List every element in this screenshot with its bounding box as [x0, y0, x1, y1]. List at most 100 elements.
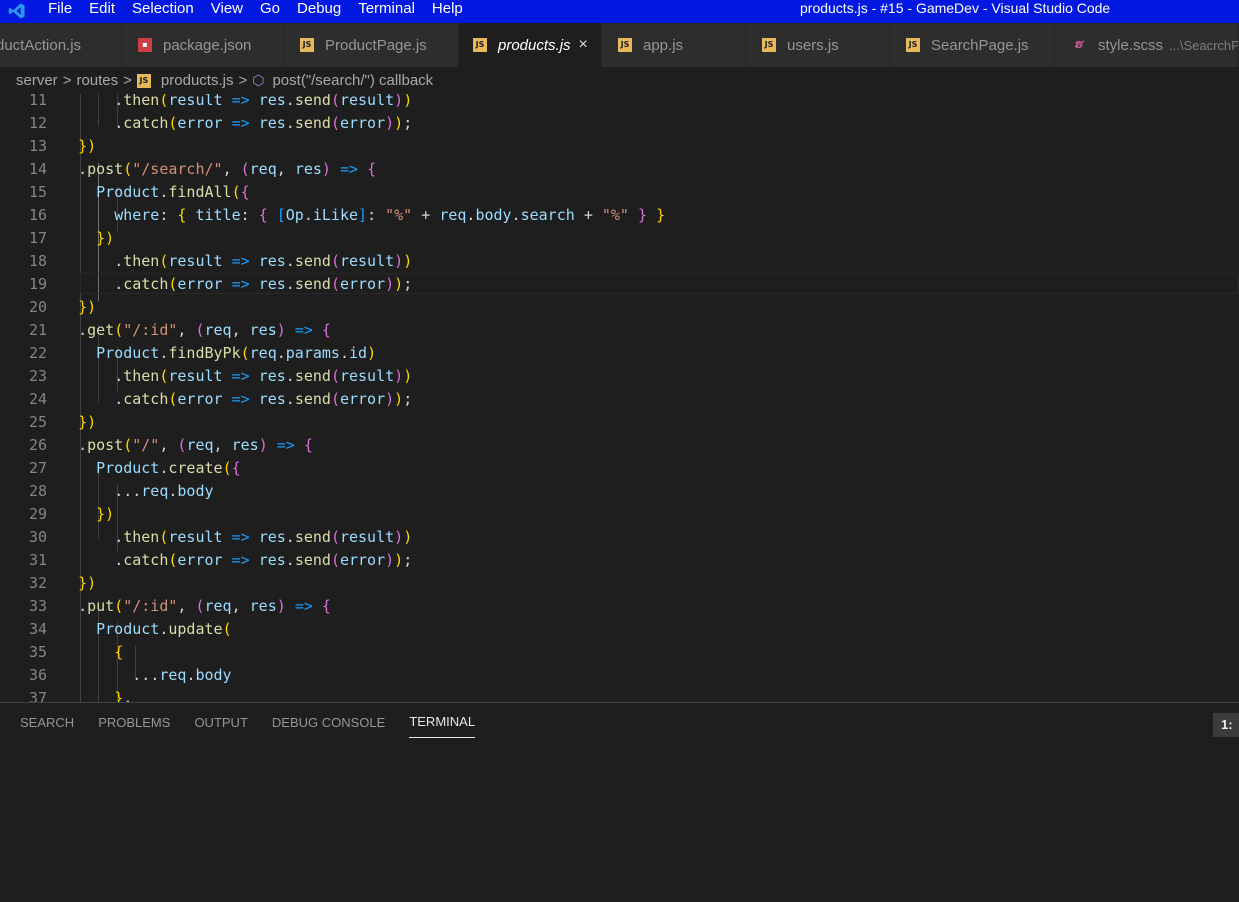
tab-label: ProductPage.js: [325, 36, 427, 54]
code-line[interactable]: 19 .catch(error => res.send(error));: [0, 273, 1239, 296]
breadcrumb-symbol[interactable]: post("/search/") callback: [272, 72, 433, 89]
js-file-icon: JS: [136, 73, 151, 88]
breadcrumb-server[interactable]: server: [16, 72, 58, 89]
tab-searchpage[interactable]: JS SearchPage.js: [890, 23, 1055, 67]
line-number: 26: [28, 436, 47, 454]
line-number: 31: [28, 551, 47, 569]
breadcrumb-routes[interactable]: routes: [76, 72, 118, 89]
code-text: .put("/:id", (req, res) => {: [78, 597, 331, 615]
bottom-panel: SEARCH PROBLEMS OUTPUT DEBUG CONSOLE TER…: [0, 702, 1239, 902]
code-line[interactable]: 21 .get("/:id", (req, res) => {: [0, 319, 1239, 342]
code-line[interactable]: 29 }): [0, 503, 1239, 526]
panel-tab-terminal[interactable]: TERMINAL: [409, 706, 476, 738]
code-line[interactable]: 33 .put("/:id", (req, res) => {: [0, 595, 1239, 618]
code-line[interactable]: 32 }): [0, 572, 1239, 595]
code-text: .post("/search/", (req, res) => {: [78, 160, 377, 178]
panel-tab-search[interactable]: SEARCH: [20, 707, 74, 738]
tab-label: app.js: [643, 36, 684, 54]
tab-package-json[interactable]: ▪ package.json: [122, 23, 284, 67]
code-text: }): [78, 413, 97, 431]
code-text: Product.findAll({: [96, 183, 250, 201]
panel-tab-problems[interactable]: PROBLEMS: [98, 707, 170, 738]
code-line[interactable]: 18 .then(result => res.send(result)): [0, 250, 1239, 273]
code-text: .catch(error => res.send(error));: [114, 275, 413, 293]
code-line[interactable]: 24 .catch(error => res.send(error));: [0, 388, 1239, 411]
tab-label: products.js: [498, 36, 571, 54]
code-line[interactable]: 36 ...req.body: [0, 664, 1239, 687]
js-file-icon: JS: [473, 38, 487, 52]
code-line[interactable]: 20 }): [0, 296, 1239, 319]
menu-help[interactable]: Help: [432, 0, 472, 23]
line-number: 16: [28, 206, 47, 224]
code-line[interactable]: 27 Product.create({: [0, 457, 1239, 480]
menu-terminal[interactable]: Terminal: [358, 0, 424, 23]
code-text: .then(result => res.send(result)): [114, 367, 413, 385]
editor-tab-bar: ductAction.js ▪ package.json JS ProductP…: [0, 23, 1239, 67]
npm-file-icon: ▪: [138, 38, 152, 52]
menu-view[interactable]: View: [211, 0, 252, 23]
tab-style-scss[interactable]: ຮ style.scss ...\SeacrchPa: [1055, 23, 1239, 67]
menu-file[interactable]: File: [48, 0, 81, 23]
code-line[interactable]: 34 Product.update(: [0, 618, 1239, 641]
line-number: 17: [28, 229, 47, 247]
tab-productpage[interactable]: JS ProductPage.js: [284, 23, 459, 67]
code-text: }): [78, 574, 97, 592]
code-line[interactable]: 30 .then(result => res.send(result)): [0, 526, 1239, 549]
code-line[interactable]: 28 ...req.body: [0, 480, 1239, 503]
tab-productaction[interactable]: ductAction.js: [0, 23, 122, 67]
menu-edit[interactable]: Edit: [89, 0, 124, 23]
tab-app[interactable]: JS app.js: [602, 23, 746, 67]
line-number: 28: [28, 482, 47, 500]
code-text: .catch(error => res.send(error));: [114, 114, 413, 132]
code-line[interactable]: 12 .catch(error => res.send(error));: [0, 112, 1239, 135]
code-text: },: [114, 689, 133, 702]
breadcrumb-separator: >: [123, 72, 132, 89]
vscode-logo-icon[interactable]: [6, 2, 28, 20]
code-text: Product.findByPk(req.params.id): [96, 344, 377, 362]
code-line[interactable]: 25 }): [0, 411, 1239, 434]
menu-debug[interactable]: Debug: [297, 0, 350, 23]
terminal-selector[interactable]: 1:: [1213, 713, 1239, 737]
code-line[interactable]: 17 }): [0, 227, 1239, 250]
code-text: .get("/:id", (req, res) => {: [78, 321, 331, 339]
code-line[interactable]: 37 },: [0, 687, 1239, 702]
code-line[interactable]: 14 .post("/search/", (req, res) => {: [0, 158, 1239, 181]
line-number: 12: [28, 114, 47, 132]
code-line[interactable]: 26 .post("/", (req, res) => {: [0, 434, 1239, 457]
code-text: where: { title: { [Op.iLike]: "%" + req.…: [114, 206, 666, 224]
code-line[interactable]: 11 .then(result => res.send(result)): [0, 94, 1239, 112]
tab-label: style.scss: [1098, 36, 1164, 54]
tab-users[interactable]: JS users.js: [746, 23, 890, 67]
code-line[interactable]: 16 where: { title: { [Op.iLike]: "%" + r…: [0, 204, 1239, 227]
code-line[interactable]: 23 .then(result => res.send(result)): [0, 365, 1239, 388]
panel-tab-output[interactable]: OUTPUT: [194, 707, 247, 738]
line-number: 29: [28, 505, 47, 523]
line-number: 19: [28, 275, 47, 293]
line-number: 36: [28, 666, 47, 684]
line-number: 15: [28, 183, 47, 201]
code-line[interactable]: 31 .catch(error => res.send(error));: [0, 549, 1239, 572]
code-text: {: [114, 643, 124, 661]
menu-go[interactable]: Go: [260, 0, 289, 23]
code-editor[interactable]: 11 .then(result => res.send(result)) 12 .…: [0, 94, 1239, 702]
code-text: ...req.body: [132, 666, 232, 684]
line-number: 25: [28, 413, 47, 431]
tab-label: ductAction.js: [0, 36, 82, 54]
line-number: 32: [28, 574, 47, 592]
code-line[interactable]: 13 }): [0, 135, 1239, 158]
line-number: 14: [28, 160, 47, 178]
code-text: }): [96, 229, 115, 247]
menu-selection[interactable]: Selection: [132, 0, 203, 23]
line-number: 37: [28, 689, 47, 702]
tab-products-active[interactable]: JS products.js ×: [459, 23, 602, 67]
code-line[interactable]: 22 Product.findByPk(req.params.id): [0, 342, 1239, 365]
code-line[interactable]: 15 Product.findAll({: [0, 181, 1239, 204]
window-title: products.js - #15 - GameDev - Visual Stu…: [800, 0, 1111, 16]
js-file-icon: JS: [300, 38, 314, 52]
code-line[interactable]: 35 {: [0, 641, 1239, 664]
code-text: .then(result => res.send(result)): [114, 528, 413, 546]
panel-tab-debug-console[interactable]: DEBUG CONSOLE: [272, 707, 385, 738]
code-text: }): [78, 298, 97, 316]
breadcrumb-file[interactable]: products.js: [161, 72, 234, 89]
close-icon[interactable]: ×: [579, 36, 588, 54]
